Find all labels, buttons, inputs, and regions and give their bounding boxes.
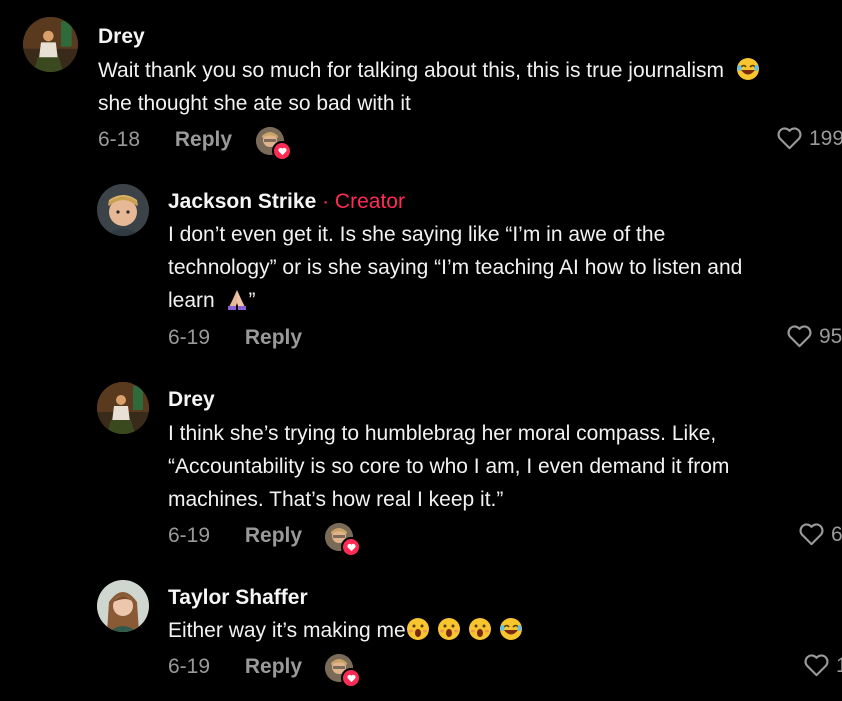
comment-author[interactable]: Drey (168, 387, 215, 413)
comment-meta: 6-19 Reply (168, 523, 302, 549)
creator-liked-badge (325, 523, 361, 557)
like-count: 95 (819, 324, 842, 348)
comment-text-line: Either way it’s making me (168, 619, 406, 642)
comment-text-line: machines. That’s how real I keep it.” (168, 488, 504, 511)
comment-text-line: I think she’s trying to humblebrag her m… (168, 422, 717, 445)
comment-author: Jackson Strike · Creator (168, 189, 405, 215)
laughing-emoji (499, 617, 523, 641)
comment-text-line: Wait thank you so much for talking about… (98, 59, 725, 82)
comment-author[interactable]: Drey (98, 24, 145, 50)
creator-liked-badge (256, 127, 292, 161)
like-button[interactable]: 6 (798, 522, 842, 547)
like-count: 199 (809, 126, 842, 150)
like-count: 6 (831, 522, 842, 546)
author-name[interactable]: Jackson Strike (168, 190, 316, 213)
heart-outline-icon (804, 654, 829, 677)
praying-hands-emoji (225, 287, 249, 311)
comment-date: 6-19 (168, 655, 211, 678)
surprised-emoji (437, 617, 461, 641)
heart-icon (272, 141, 292, 161)
reply-button[interactable]: Reply (245, 326, 302, 349)
avatar-drey[interactable] (97, 382, 149, 434)
reply-button[interactable]: Reply (245, 655, 302, 678)
surprised-emoji (468, 617, 492, 641)
like-button[interactable]: 199 (776, 126, 842, 151)
comment-text-line: I don’t even get it. Is she saying like … (168, 223, 666, 246)
comment-text: I think she’s trying to humblebrag her m… (168, 417, 729, 516)
comment-meta: 6-18 Reply (98, 127, 232, 153)
comment-date: 6-19 (168, 524, 211, 547)
comment-meta: 6-19 Reply (168, 654, 302, 680)
comment-text-line: “Accountability is so core to who I am, … (168, 455, 730, 478)
like-count: 1 (836, 653, 842, 677)
avatar-drey[interactable] (23, 17, 78, 72)
comment-author[interactable]: Taylor Shaffer (168, 585, 308, 611)
laughing-emoji (736, 57, 760, 81)
creator-tag: · Creator (316, 190, 405, 213)
surprised-emoji (406, 617, 430, 641)
comment-text-line: she thought she ate so bad with it (98, 92, 411, 115)
comment-text-line: technology” or is she saying “I’m teachi… (168, 256, 743, 279)
comment-text: I don’t even get it. Is she saying like … (168, 218, 742, 317)
comment-text-line: ” (248, 289, 256, 312)
heart-outline-icon (777, 127, 802, 150)
avatar-jackson-strike[interactable] (97, 184, 149, 236)
heart-icon (341, 668, 361, 688)
creator-liked-badge (325, 654, 361, 688)
comment-text-line: learn (168, 289, 215, 312)
comment-date: 6-18 (98, 128, 141, 151)
comment-meta: 6-19 Reply (168, 325, 302, 351)
reply-button[interactable]: Reply (245, 524, 302, 547)
avatar-taylor-shaffer[interactable] (97, 580, 149, 632)
comment-text: Wait thank you so much for talking about… (98, 54, 760, 120)
like-button[interactable]: 1 (803, 653, 842, 678)
heart-icon (341, 537, 361, 557)
heart-outline-icon (799, 523, 824, 546)
reply-button[interactable]: Reply (175, 128, 232, 151)
comment-date: 6-19 (168, 326, 211, 349)
like-button[interactable]: 95 (786, 324, 842, 349)
heart-outline-icon (787, 325, 812, 348)
comment-text: Either way it’s making me (168, 614, 523, 647)
